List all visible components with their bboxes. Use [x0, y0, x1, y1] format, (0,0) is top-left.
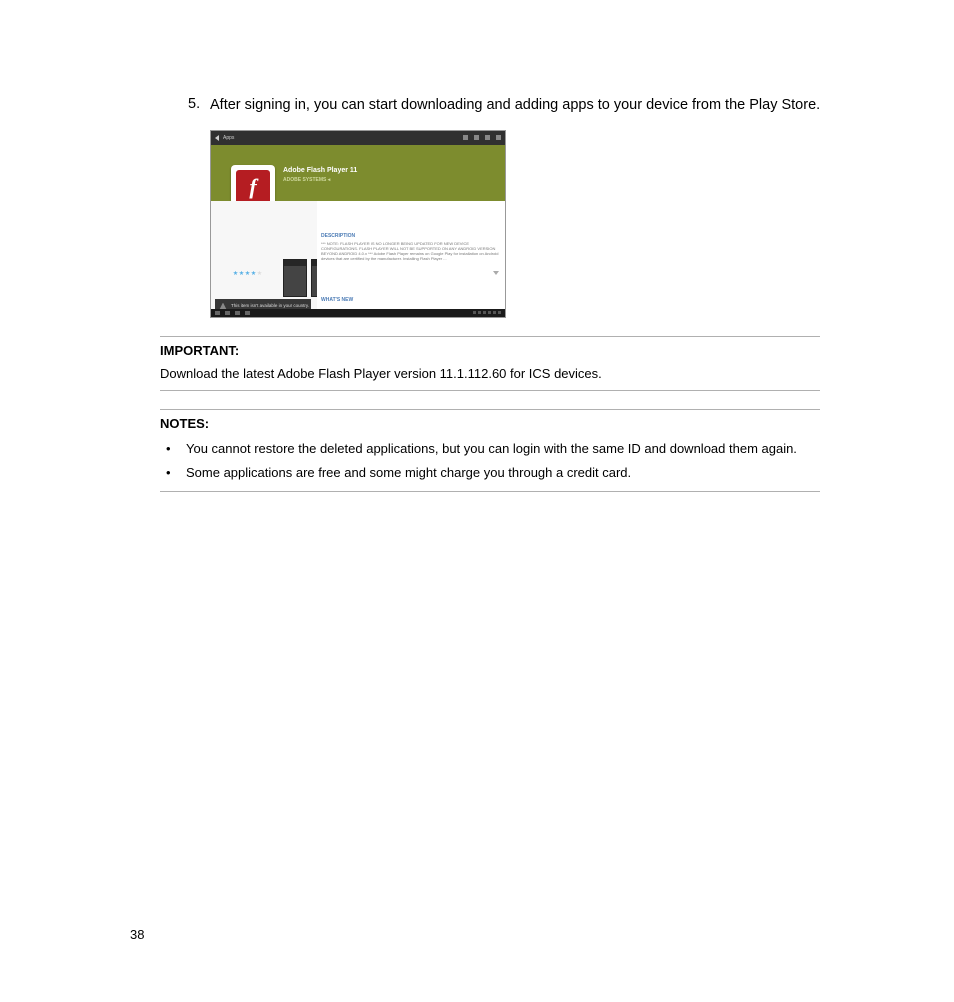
- star-icon: [245, 271, 250, 276]
- rating-stars: [233, 271, 262, 276]
- star-icon: [233, 271, 238, 276]
- play-store-screenshot: Apps f Adobe Flash Player 11 ADOBE SYSTE…: [210, 130, 506, 318]
- divider: [160, 409, 820, 410]
- important-text: Download the latest Adobe Flash Player v…: [160, 364, 824, 385]
- expand-chevron-icon: [493, 271, 499, 275]
- manual-page: 5. After signing in, you can start downl…: [0, 0, 954, 1002]
- wifi-icon: [488, 311, 491, 314]
- recents-icon: [235, 311, 240, 315]
- app-description-panel: DESCRIPTION *** NOTE: FLASH PLAYER IS NO…: [317, 201, 505, 309]
- system-navbar: [211, 309, 505, 317]
- divider: [160, 336, 820, 337]
- app-publisher: ADOBE SYSTEMS ◂: [283, 177, 330, 183]
- notes-item: Some applications are free and some migh…: [160, 461, 824, 485]
- star-icon: [257, 271, 262, 276]
- description-text: *** NOTE: FLASH PLAYER IS NO LONGER BEIN…: [321, 241, 499, 261]
- notes-item: You cannot restore the deleted applicati…: [160, 437, 824, 461]
- description-heading: DESCRIPTION: [321, 233, 355, 239]
- clock-icon: [498, 311, 501, 314]
- screenshot-icon: [245, 311, 250, 315]
- whats-new-heading: WHAT'S NEW: [321, 297, 353, 303]
- download-icon: [463, 135, 468, 140]
- thumb: [283, 259, 307, 297]
- app-sidebar: This item isn't available in your countr…: [211, 201, 317, 309]
- app-header: f Adobe Flash Player 11 ADOBE SYSTEMS ◂: [211, 145, 505, 201]
- page-number: 38: [130, 927, 144, 942]
- divider: [160, 390, 820, 391]
- star-icon: [239, 271, 244, 276]
- star-icon: [251, 271, 256, 276]
- menu-icon: [496, 135, 501, 140]
- back-icon: [215, 311, 220, 315]
- status-icon: [478, 311, 481, 314]
- home-icon: [225, 311, 230, 315]
- topbar-actions: [463, 135, 501, 140]
- status-icon: [483, 311, 486, 314]
- divider: [160, 491, 820, 492]
- topbar-label: Apps: [223, 135, 234, 141]
- notes-list: You cannot restore the deleted applicati…: [160, 437, 824, 485]
- back-chevron-icon: [215, 135, 219, 141]
- search-icon: [474, 135, 479, 140]
- notes-label: NOTES:: [160, 416, 824, 431]
- flash-f-glyph: f: [236, 170, 270, 204]
- battery-icon: [493, 311, 496, 314]
- important-label: IMPORTANT:: [160, 343, 824, 358]
- step-text: After signing in, you can start download…: [210, 92, 824, 120]
- step-5: 5. After signing in, you can start downl…: [188, 92, 824, 120]
- screenshot-topbar: Apps: [211, 131, 505, 145]
- status-icon: [473, 311, 476, 314]
- share-icon: [485, 135, 490, 140]
- app-title: Adobe Flash Player 11: [283, 167, 357, 174]
- step-number: 5.: [188, 92, 210, 117]
